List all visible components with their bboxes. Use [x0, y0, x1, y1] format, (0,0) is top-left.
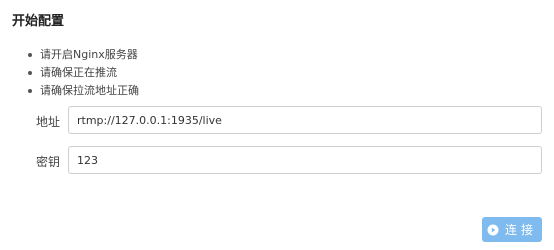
instruction-item: 请确保拉流地址正确	[28, 82, 139, 100]
connect-button-label: 连接	[504, 223, 537, 237]
address-row: 地址	[0, 106, 554, 136]
key-input[interactable]	[68, 146, 542, 174]
key-row: 密钥	[0, 146, 554, 176]
page-title: 开始配置	[12, 14, 65, 29]
instruction-item: 请确保正在推流	[28, 64, 139, 82]
key-label: 密钥	[36, 155, 61, 169]
instruction-item: 请开启Nginx服务器	[28, 46, 139, 64]
address-input[interactable]	[68, 106, 542, 134]
address-label: 地址	[36, 115, 61, 129]
instruction-list: 请开启Nginx服务器 请确保正在推流 请确保拉流地址正确	[28, 46, 139, 100]
connect-button[interactable]: 连接	[482, 217, 542, 242]
play-circle-icon	[487, 224, 499, 235]
